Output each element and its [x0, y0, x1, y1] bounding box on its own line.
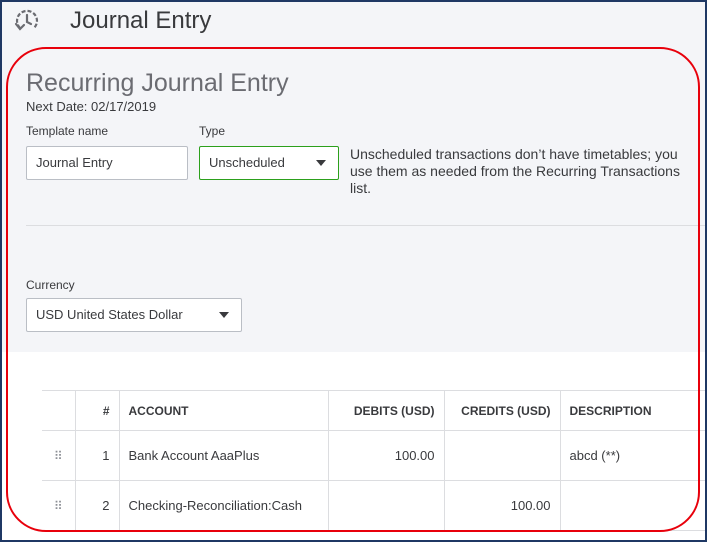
column-header-number: #	[75, 390, 120, 431]
drag-column-header	[42, 390, 76, 431]
next-date-text: Next Date: 02/17/2019	[26, 99, 157, 114]
currency-select-value: USD United States Dollar	[36, 307, 183, 322]
page-header: Journal Entry	[2, 2, 705, 42]
drag-handle-icon[interactable]: ⠿	[42, 480, 76, 531]
description-cell[interactable]: abcd (**)	[560, 430, 705, 481]
type-select[interactable]: Unscheduled	[199, 146, 339, 180]
page-title: Journal Entry	[70, 7, 212, 34]
section-divider	[26, 225, 705, 226]
account-cell[interactable]: Checking-Reconciliation:Cash	[119, 480, 329, 531]
recurring-form: Recurring Journal Entry Next Date: 02/17…	[2, 42, 705, 352]
app-window: Journal Entry Recurring Journal Entry Ne…	[2, 2, 705, 540]
debits-cell[interactable]	[328, 480, 445, 531]
row-number: 2	[75, 480, 120, 531]
type-hint-text: Unscheduled transactions don’t have time…	[350, 146, 680, 196]
column-header-description: DESCRIPTION	[560, 390, 705, 431]
credits-cell[interactable]: 100.00	[444, 480, 561, 531]
description-cell[interactable]	[560, 480, 705, 531]
column-header-credits: CREDITS (USD)	[444, 390, 561, 431]
type-label: Type	[199, 124, 226, 138]
chevron-down-icon	[219, 312, 229, 318]
currency-label: Currency	[26, 278, 75, 292]
debits-cell[interactable]: 100.00	[328, 430, 445, 481]
account-cell[interactable]: Bank Account AaaPlus	[119, 430, 329, 481]
chevron-down-icon	[316, 160, 326, 166]
column-header-account: ACCOUNT	[119, 390, 329, 431]
type-select-value: Unscheduled	[209, 155, 285, 170]
journal-lines-table: # ACCOUNT DEBITS (USD) CREDITS (USD) DES…	[42, 390, 705, 531]
recurring-clock-icon	[14, 9, 39, 31]
column-header-debits: DEBITS (USD)	[328, 390, 445, 431]
drag-handle-icon[interactable]: ⠿	[42, 430, 76, 481]
template-name-label: Template name	[26, 124, 109, 138]
credits-cell[interactable]	[444, 430, 561, 481]
template-name-input[interactable]: Journal Entry	[26, 146, 188, 180]
table-header-row: # ACCOUNT DEBITS (USD) CREDITS (USD) DES…	[42, 390, 705, 431]
table-row[interactable]: ⠿ 1 Bank Account AaaPlus 100.00 abcd (**…	[42, 430, 705, 481]
currency-select[interactable]: USD United States Dollar	[26, 298, 242, 332]
journal-lines-area: # ACCOUNT DEBITS (USD) CREDITS (USD) DES…	[2, 352, 705, 540]
row-number: 1	[75, 430, 120, 481]
section-title: Recurring Journal Entry	[26, 69, 289, 97]
table-row[interactable]: ⠿ 2 Checking-Reconciliation:Cash 100.00	[42, 480, 705, 531]
